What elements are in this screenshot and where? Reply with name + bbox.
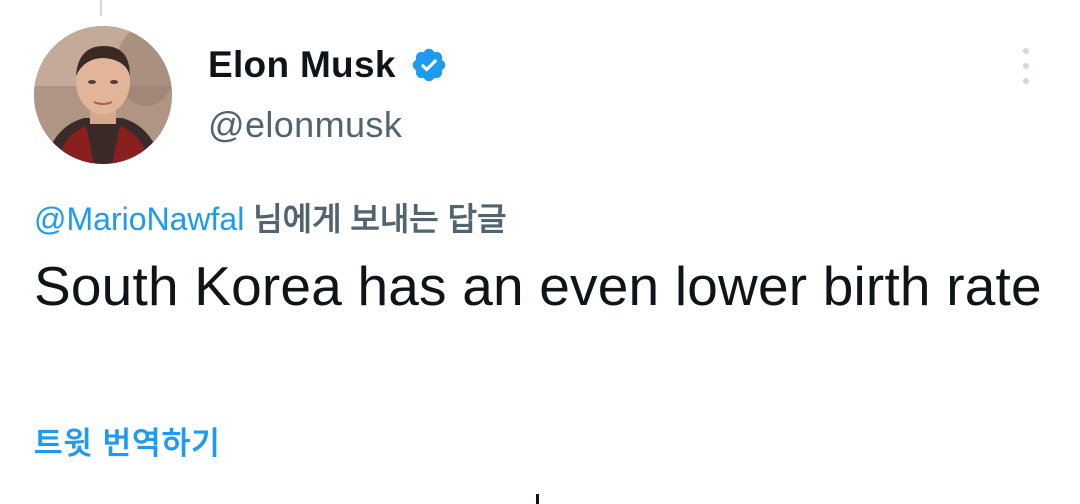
- thread-connector-line: [100, 0, 102, 16]
- text-cursor: [536, 494, 539, 504]
- avatar[interactable]: [34, 26, 172, 164]
- more-vertical-icon-dot: [1023, 48, 1029, 54]
- reply-context-label: 님에게 보내는 답글: [244, 201, 507, 237]
- reply-mention-link[interactable]: @MarioNawfal: [34, 201, 244, 237]
- more-options-button[interactable]: [1012, 44, 1040, 88]
- more-vertical-icon-dot: [1023, 63, 1029, 69]
- author-handle[interactable]: @elonmusk: [208, 104, 402, 146]
- author-name-row: Elon Musk: [208, 42, 448, 88]
- tweet-card: Elon Musk @elonmusk @MarioNawfal 님에게 보내는…: [0, 0, 1080, 504]
- more-vertical-icon-dot: [1023, 78, 1029, 84]
- verified-badge-icon: [410, 46, 448, 84]
- author-display-name[interactable]: Elon Musk: [208, 44, 396, 86]
- tweet-body-text: South Korea has an even lower birth rate: [34, 255, 1042, 317]
- translate-tweet-link[interactable]: 트윗 번역하기: [34, 418, 221, 463]
- reply-context: @MarioNawfal 님에게 보내는 답글: [34, 194, 507, 240]
